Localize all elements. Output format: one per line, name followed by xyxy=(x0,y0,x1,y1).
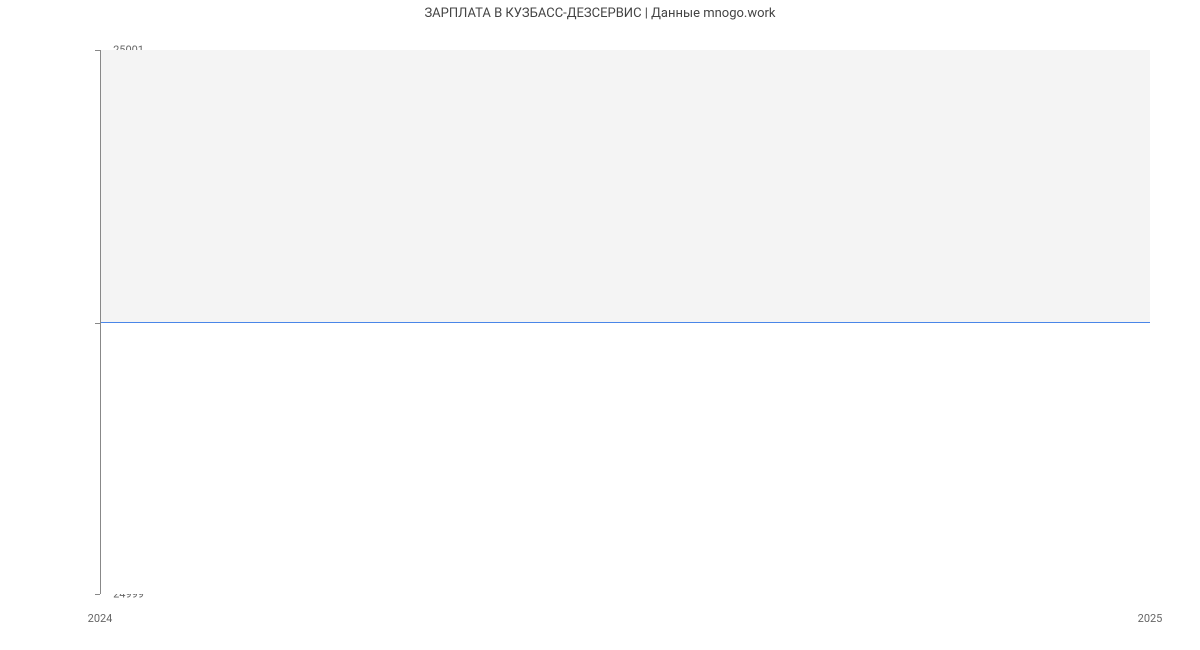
chart-plot-area xyxy=(100,50,1150,594)
x-tick-label: 2024 xyxy=(88,612,113,625)
y-axis-line xyxy=(100,50,101,594)
chart-title: ЗАРПЛАТА В КУЗБАСС-ДЕЗСЕРВИС | Данные mn… xyxy=(0,0,1200,21)
chart-lower-region xyxy=(100,323,1150,594)
chart-fill-region xyxy=(100,50,1150,323)
x-tick-label: 2025 xyxy=(1138,612,1163,625)
y-tick-mark xyxy=(95,594,100,595)
